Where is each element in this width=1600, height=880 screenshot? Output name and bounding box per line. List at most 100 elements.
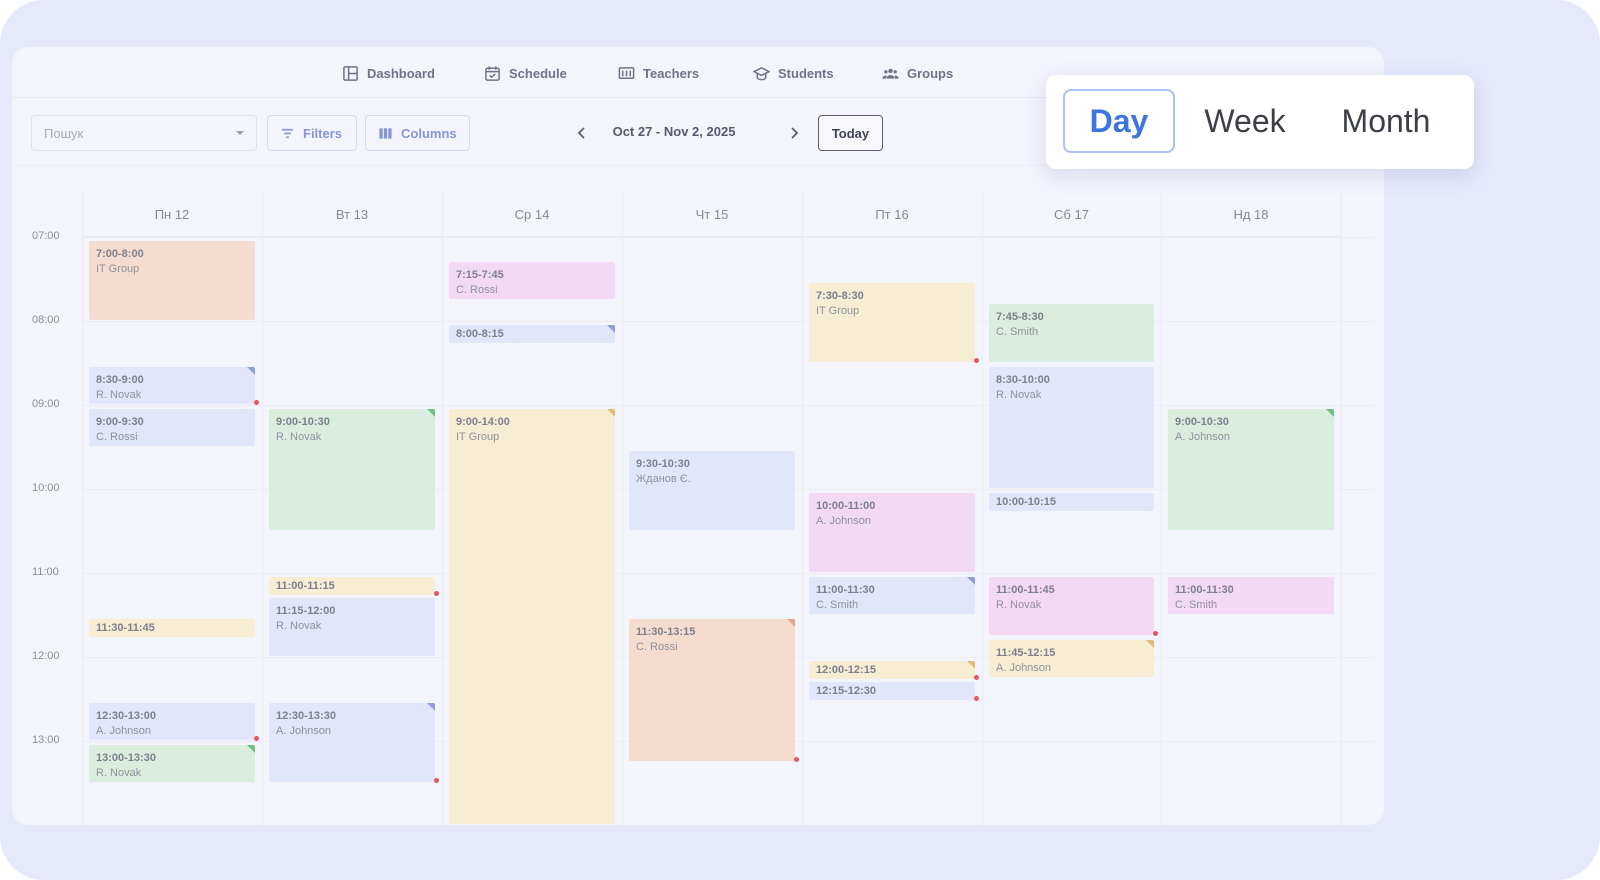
grid-hour-line xyxy=(82,321,1375,322)
event-card[interactable]: 10:00-10:15 xyxy=(989,493,1154,511)
event-card[interactable]: 11:00-11:45 R. Novak xyxy=(989,577,1154,635)
event-name: C. Smith xyxy=(996,326,1039,338)
event-time: 12:30-13:30 xyxy=(276,710,336,722)
event-card[interactable]: 12:00-12:15 xyxy=(809,661,975,679)
event-name: A. Johnson xyxy=(816,515,872,527)
event-corner-marker xyxy=(427,409,435,417)
event-corner-marker xyxy=(787,619,795,627)
event-time: 7:30-8:30 xyxy=(816,290,864,302)
grid-column-line xyxy=(1341,193,1342,825)
event-card[interactable]: 8:30-10:00 R. Novak xyxy=(989,367,1154,488)
filters-label: Filters xyxy=(303,125,343,141)
event-time: 9:00-10:30 xyxy=(276,416,330,428)
event-time: 9:00-10:30 xyxy=(1175,416,1229,428)
view-week-option[interactable]: Week xyxy=(1189,89,1301,153)
search-select[interactable]: Пошук xyxy=(31,115,257,151)
search-placeholder: Пошук xyxy=(44,125,84,141)
event-card[interactable]: 11:45-12:15 A. Johnson xyxy=(989,640,1154,677)
event-corner-marker xyxy=(607,409,615,417)
event-card[interactable]: 11:30-13:15 C. Rossi xyxy=(629,619,795,761)
event-card[interactable]: 9:00-9:30 C. Rossi xyxy=(89,409,255,446)
event-card[interactable]: 11:30-11:45 xyxy=(89,619,255,637)
event-time: 13:00-13:30 xyxy=(96,752,156,764)
time-label: 10:00 xyxy=(32,482,60,494)
event-time: 9:00-14:00 xyxy=(456,416,510,428)
prev-week-button[interactable] xyxy=(570,121,594,145)
filters-button[interactable]: Filters xyxy=(267,115,357,151)
event-card[interactable]: 12:30-13:30 A. Johnson xyxy=(269,703,435,782)
event-card[interactable]: 12:15-12:30 xyxy=(809,682,975,700)
event-status-dot xyxy=(974,675,979,680)
event-card[interactable]: 7:00-8:00 IT Group xyxy=(89,241,255,320)
event-name: IT Group xyxy=(456,431,500,443)
nav-teachers-label: Teachers xyxy=(643,65,700,81)
view-month-option[interactable]: Month xyxy=(1316,89,1456,153)
event-time: 12:00-12:15 xyxy=(816,664,876,676)
event-time: 11:15-12:00 xyxy=(276,605,336,617)
event-time: 12:30-13:00 xyxy=(96,710,156,722)
event-card[interactable]: 11:00-11:30 C. Smith xyxy=(1168,577,1334,614)
nav-teachers[interactable]: Teachers xyxy=(618,63,699,83)
event-card[interactable]: 10:00-11:00 A. Johnson xyxy=(809,493,975,572)
event-name: A. Johnson xyxy=(996,662,1052,674)
date-range: Oct 27 - Nov 2, 2025 xyxy=(612,124,736,139)
event-card[interactable]: 9:00-10:30 R. Novak xyxy=(269,409,435,530)
event-card[interactable]: 9:30-10:30 Жданов Є. xyxy=(629,451,795,530)
event-time: 11:00-11:45 xyxy=(996,584,1055,596)
event-card[interactable]: 11:00-11:30 C. Smith xyxy=(809,577,975,614)
event-corner-marker xyxy=(247,745,255,753)
grid-column-line xyxy=(802,193,803,825)
dashboard-icon xyxy=(343,65,358,81)
event-corner-marker xyxy=(1326,409,1334,417)
time-label: 12:00 xyxy=(32,650,60,662)
event-status-dot xyxy=(794,757,799,762)
event-name: R. Novak xyxy=(996,389,1042,401)
event-time: 10:00-10:15 xyxy=(996,496,1056,508)
event-time: 10:00-11:00 xyxy=(816,500,876,512)
columns-icon xyxy=(379,127,392,139)
calendar-grid: Пн 12 Вт 13 Ср 14 Чт 15 Пт 16 Сб 17 Нд 18 07:00… xyxy=(32,193,1375,825)
event-card[interactable]: 8:30-9:00 R. Novak xyxy=(89,367,255,404)
columns-button[interactable]: Columns xyxy=(365,115,470,151)
event-name: A. Johnson xyxy=(276,725,332,737)
event-corner-marker xyxy=(967,661,975,669)
filter-icon xyxy=(281,128,294,138)
nav-dashboard-label: Dashboard xyxy=(367,65,435,81)
event-card[interactable]: 11:00-11:15 xyxy=(269,577,435,595)
event-time: 11:30-13:15 xyxy=(636,626,696,638)
event-corner-marker xyxy=(607,325,615,333)
time-label: 08:00 xyxy=(32,314,60,326)
time-label: 11:00 xyxy=(32,566,59,578)
nav-dashboard[interactable]: Dashboard xyxy=(342,63,435,83)
event-name: C. Smith xyxy=(1175,599,1218,611)
event-name: C. Rossi xyxy=(636,641,678,653)
grid-hour-line xyxy=(82,573,1375,574)
event-card[interactable]: 9:00-14:00 IT Group xyxy=(449,409,615,824)
event-time: 8:30-10:00 xyxy=(996,374,1050,386)
event-card[interactable]: 13:00-13:30 R. Novak xyxy=(89,745,255,782)
event-card[interactable]: 9:00-10:30 A. Johnson xyxy=(1168,409,1334,530)
nav-schedule[interactable]: Schedule xyxy=(484,63,567,83)
next-week-button[interactable] xyxy=(782,121,806,145)
event-name: R. Novak xyxy=(96,389,142,401)
graduation-cap-icon xyxy=(753,66,770,80)
event-card[interactable]: 8:00-8:15 xyxy=(449,325,615,343)
event-time: 11:00-11:30 xyxy=(1175,584,1234,596)
today-button[interactable]: Today xyxy=(818,115,883,151)
event-status-dot xyxy=(434,778,439,783)
grid-column-line xyxy=(1161,193,1162,825)
day-header: Чт 15 xyxy=(622,193,802,237)
event-card[interactable]: 7:15-7:45 C. Rossi xyxy=(449,262,615,299)
nav-groups[interactable]: Groups xyxy=(882,63,953,83)
event-card[interactable]: 11:15-12:00 R. Novak xyxy=(269,598,435,656)
event-name: IT Group xyxy=(816,305,860,317)
event-card[interactable]: 7:45-8:30 C. Smith xyxy=(989,304,1154,362)
day-header: Сб 17 xyxy=(982,193,1161,237)
event-card[interactable]: 7:30-8:30 IT Group xyxy=(809,283,975,362)
groups-icon xyxy=(882,68,899,79)
event-corner-marker xyxy=(427,703,435,711)
event-card[interactable]: 12:30-13:00 A. Johnson xyxy=(89,703,255,740)
event-corner-marker xyxy=(247,367,255,375)
view-day-option[interactable]: Day xyxy=(1063,89,1175,153)
nav-students[interactable]: Students xyxy=(753,63,834,83)
